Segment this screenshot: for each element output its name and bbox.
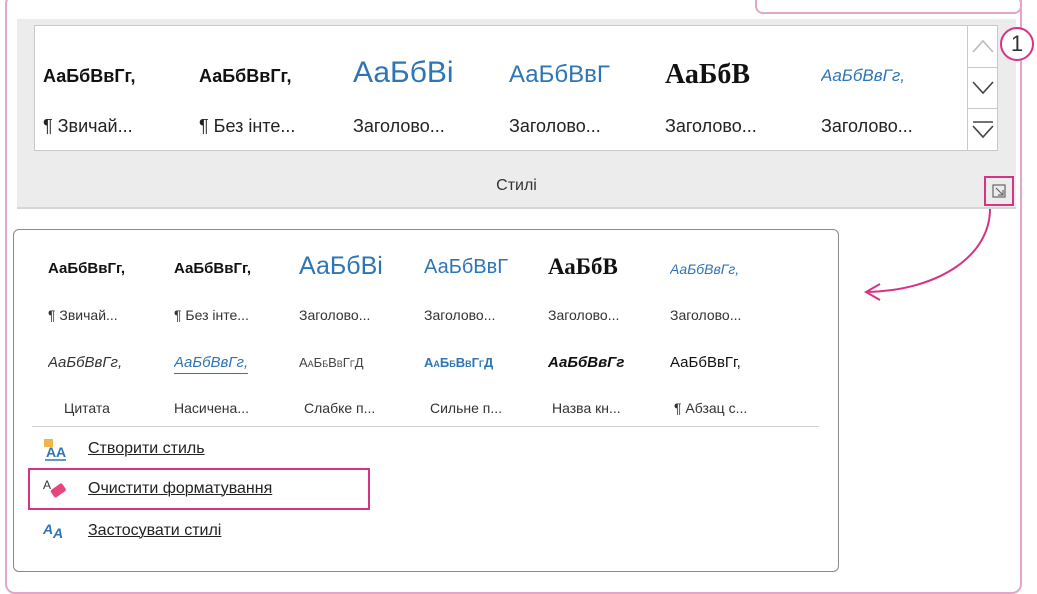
svg-text:A: A	[46, 444, 56, 460]
style-gallery-item[interactable]: АаБбВвГг, ¶ Без інте...	[199, 26, 349, 150]
style-sample[interactable]: АаБбВвГг,	[48, 260, 125, 277]
styles-group-label: Стилі	[496, 177, 537, 194]
style-name: Заголово...	[665, 116, 757, 136]
style-sample: АаБбВвГг,	[821, 66, 905, 85]
style-name[interactable]: Цитата	[64, 400, 110, 416]
style-sample[interactable]: АаБбВвГг,	[670, 261, 775, 277]
clear-formatting-command[interactable]: A Очистити форматування	[28, 468, 370, 510]
style-name: ¶ Звичай...	[43, 116, 133, 136]
style-name: Заголово...	[821, 116, 913, 136]
style-sample: АаБбВвГг,	[43, 66, 136, 86]
style-name: ¶ Без інте...	[199, 116, 296, 136]
style-sample: АаБбВі	[353, 56, 454, 89]
style-gallery-item[interactable]: АаБбВвГг, ¶ Звичай...	[43, 26, 193, 150]
expand-gallery-icon	[971, 121, 994, 139]
dialog-launcher-icon	[992, 184, 1006, 198]
style-sample[interactable]: АаБбВі	[299, 252, 414, 281]
style-sample: АаБбВвГг,	[199, 66, 292, 86]
style-name[interactable]: Заголово...	[424, 307, 495, 323]
top-tab-decoration	[755, 0, 1022, 14]
chevron-up-icon	[971, 39, 994, 53]
style-sample[interactable]: АаБбВвГг,	[174, 354, 249, 374]
scroll-up-button[interactable]	[968, 26, 997, 66]
style-name[interactable]: Насичена...	[174, 400, 249, 416]
style-gallery: АаБбВвГг, ¶ Звичай... АаБбВвГг, ¶ Без ін…	[34, 25, 968, 151]
style-sample[interactable]: АаБбВвГг,	[670, 354, 775, 371]
style-name[interactable]: ¶ Без інте...	[174, 307, 249, 323]
style-sample[interactable]: АаБбВвГг,	[48, 354, 122, 371]
clear-formatting-label: Очистити форматування	[88, 480, 273, 497]
style-sample[interactable]: АаБбВвГгД	[424, 355, 536, 370]
style-gallery-item[interactable]: АаБбВі Заголово...	[353, 26, 505, 150]
apply-styles-label: Застосувати стилі	[88, 522, 222, 539]
style-name[interactable]: Заголово...	[670, 307, 741, 323]
style-name[interactable]: Назва кн...	[552, 400, 621, 416]
callout-number: 1	[1000, 27, 1034, 61]
svg-text:A: A	[42, 521, 53, 537]
pointer-arrow	[863, 208, 991, 301]
style-gallery-item[interactable]: АаБбВвГ Заголово...	[509, 26, 661, 150]
style-name[interactable]: ¶ Абзац с...	[674, 400, 747, 416]
create-style-command[interactable]: A A Створити стиль	[42, 434, 205, 464]
style-name[interactable]: ¶ Звичай...	[48, 307, 118, 323]
styles-dropdown-panel: АаБбВвГг, ¶ Звичай... АаБбВвГг, ¶ Без ін…	[13, 229, 839, 572]
more-styles-button[interactable]	[968, 108, 997, 149]
panel-separator	[32, 426, 819, 427]
style-sample[interactable]: АаБбВвГг	[548, 354, 660, 371]
chevron-down-icon	[971, 81, 994, 95]
style-gallery-item[interactable]: АаБбВвГг, Заголово...	[821, 26, 967, 150]
clear-formatting-icon: A	[42, 477, 68, 501]
style-name[interactable]: Слабке п...	[304, 400, 375, 416]
create-style-label: Створити стиль	[88, 440, 205, 457]
style-gallery-item[interactable]: АаБбВ Заголово...	[665, 26, 817, 150]
style-sample[interactable]: АаБбВвГ	[424, 256, 536, 279]
apply-styles-icon: A A	[42, 519, 68, 543]
style-name[interactable]: Сильне п...	[430, 400, 502, 416]
new-style-icon: A A	[42, 437, 68, 461]
svg-text:A: A	[52, 525, 63, 541]
style-sample[interactable]: АаБбВвГг,	[174, 260, 251, 277]
scroll-down-button[interactable]	[968, 67, 997, 108]
svg-text:A: A	[43, 478, 51, 492]
gallery-scrollbar	[968, 25, 998, 151]
svg-text:A: A	[56, 444, 66, 460]
apply-styles-command[interactable]: A A Застосувати стилі	[42, 516, 221, 546]
style-name: Заголово...	[509, 116, 601, 136]
style-sample[interactable]: АаБбВвГгД	[299, 355, 411, 370]
style-sample[interactable]: АаБбВ	[548, 254, 661, 280]
style-sample: АаБбВвГ	[509, 61, 610, 88]
style-name[interactable]: Заголово...	[299, 307, 370, 323]
ribbon-styles-group: АаБбВвГг, ¶ Звичай... АаБбВвГг, ¶ Без ін…	[17, 19, 1016, 209]
style-name: Заголово...	[353, 116, 445, 136]
styles-dialog-launcher[interactable]	[984, 176, 1014, 206]
style-name[interactable]: Заголово...	[548, 307, 619, 323]
style-sample: АаБбВ	[665, 59, 751, 90]
